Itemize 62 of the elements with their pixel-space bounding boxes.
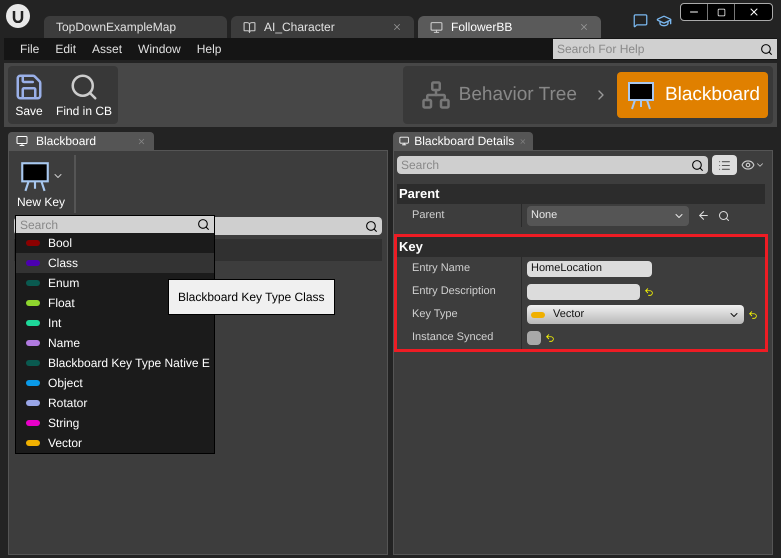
key-type-item[interactable]: Int — [16, 313, 214, 333]
menu-item[interactable]: Asset — [84, 40, 130, 58]
checkbox[interactable] — [527, 330, 541, 344]
graduation-cap-icon[interactable] — [656, 13, 672, 29]
key-type-item[interactable]: Vector — [16, 433, 214, 453]
property-label: Parent — [412, 208, 444, 224]
key-type-item[interactable]: Blackboard Key Type Native E — [16, 353, 214, 373]
document-tab[interactable]: TopDownExampleMap — [44, 16, 227, 38]
tooltip: Blackboard Key Type Class — [168, 279, 335, 315]
document-tab[interactable]: FollowerBB — [418, 16, 601, 38]
panel-tab[interactable]: Blackboard — [8, 132, 154, 150]
key-type-item[interactable]: Rotator — [16, 393, 214, 413]
menu-item[interactable]: Window — [130, 40, 189, 58]
reset-icon[interactable] — [644, 286, 654, 296]
monitor-icon — [16, 135, 28, 147]
search-icon — [365, 220, 378, 232]
monitor-icon — [430, 20, 443, 34]
key-type-item[interactable]: String — [16, 413, 214, 433]
menu-item[interactable]: Edit — [47, 40, 84, 58]
menu-search-box[interactable]: Search — [16, 216, 214, 233]
text-field[interactable]: HomeLocation — [527, 260, 652, 276]
magnifier-icon — [69, 72, 100, 102]
key-type-dropdown[interactable]: Vector — [527, 305, 744, 324]
monitor-icon — [399, 135, 410, 147]
help-search-field[interactable]: Search For Help — [557, 40, 760, 58]
toolbar-button[interactable]: Find in CB — [50, 66, 118, 124]
reset-icon[interactable] — [545, 332, 555, 342]
key-type-item[interactable]: Name — [16, 333, 214, 353]
property-label: Entry Name — [412, 261, 470, 276]
app-logo — [6, 4, 30, 28]
panel-tab[interactable]: Blackboard Details — [393, 132, 533, 150]
search-icon — [760, 42, 773, 56]
document-tab[interactable]: AI_Character — [231, 16, 414, 38]
key-type-item[interactable]: Bool — [16, 233, 214, 253]
menu-item[interactable]: File — [12, 40, 48, 58]
toolbar-button[interactable]: Save — [8, 66, 50, 124]
property-label: Key Type — [412, 307, 458, 322]
menu-search-field[interactable]: Search — [20, 216, 197, 234]
maximize-icon — [716, 8, 726, 16]
chat-icon[interactable] — [633, 13, 648, 28]
tree-icon — [420, 80, 451, 110]
key-type-item[interactable]: Class — [16, 253, 214, 273]
eye-icon — [741, 158, 755, 172]
search-icon — [197, 218, 210, 231]
view-options-button[interactable] — [712, 155, 737, 175]
key-type-item[interactable]: Object — [16, 373, 214, 393]
section-header[interactable]: Key — [399, 237, 423, 257]
parent-dropdown[interactable]: None — [527, 206, 689, 226]
new-key-button[interactable]: New Key — [14, 155, 68, 213]
section-header[interactable]: Parent — [399, 184, 440, 204]
property-label: Instance Synced — [412, 330, 494, 346]
book-icon — [243, 20, 256, 34]
close-icon — [748, 6, 760, 18]
property-label: Entry Description — [412, 284, 496, 300]
help-search-box[interactable]: Search For Help — [553, 39, 777, 59]
menu-item[interactable]: Help — [188, 40, 230, 58]
close-tab-icon[interactable] — [392, 22, 402, 32]
list-icon — [718, 158, 731, 172]
browse-icon[interactable] — [718, 210, 730, 222]
text-field[interactable] — [527, 284, 640, 300]
reset-icon[interactable] — [748, 310, 758, 320]
search-icon — [691, 158, 704, 172]
